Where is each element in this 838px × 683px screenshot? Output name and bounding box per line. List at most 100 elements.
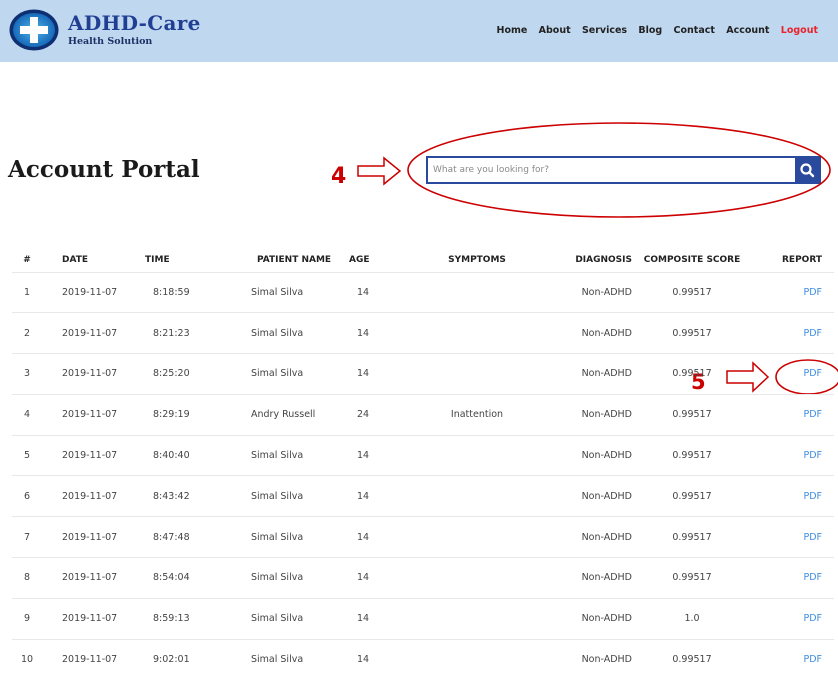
table-header-row: # DATE TIME PATIENT NAME AGE SYMPTOMS DI… [12, 248, 834, 272]
diagnosis-cell: Non-ADHD [542, 353, 632, 395]
row-number: 8 [12, 557, 42, 599]
report-pdf-link[interactable]: PDF [803, 287, 822, 298]
search-bar [426, 156, 821, 184]
table-row: 5 2019-11-07 8:40:40 Simal Silva 14 Non-ADHD 0… [12, 434, 834, 476]
age-cell: 14 [337, 557, 412, 599]
date-cell: 2019-11-07 [42, 638, 137, 680]
time-cell: 8:59:13 [137, 597, 237, 640]
diagnosis-cell: Non-ADHD [542, 434, 632, 476]
diagnosis-cell: Non-ADHD [542, 393, 632, 436]
report-pdf-link[interactable]: PDF [803, 450, 822, 461]
diagnosis-cell: Non-ADHD [542, 312, 632, 354]
symptoms-cell [412, 434, 542, 476]
symptoms-cell [412, 475, 542, 517]
patient-name-cell: Andry Russell [237, 393, 337, 436]
patient-name-cell: Simal Silva [237, 638, 337, 680]
annotation-arrow-4 [357, 156, 402, 186]
row-number: 3 [12, 353, 42, 395]
col-header-date: DATE [62, 254, 89, 265]
brand-title[interactable]: ADHD-Care [68, 11, 201, 35]
time-cell: 8:47:48 [137, 516, 237, 558]
report-pdf-link[interactable]: PDF [803, 368, 822, 379]
row-number: 7 [12, 516, 42, 558]
time-cell: 8:43:42 [137, 475, 237, 517]
row-number: 10 [12, 638, 42, 680]
report-cell: PDF [752, 516, 834, 558]
age-cell: 14 [337, 353, 412, 395]
date-cell: 2019-11-07 [42, 312, 137, 354]
time-cell: 8:29:19 [137, 393, 237, 436]
table-row: 1 2019-11-07 8:18:59 Simal Silva 14 Non-ADHD 0… [12, 271, 834, 313]
nav-home-link[interactable]: Home [497, 25, 528, 36]
report-cell: PDF [752, 638, 834, 680]
table-row: 9 2019-11-07 8:59:13 Simal Silva 14 Non-ADHD 1… [12, 597, 834, 640]
date-cell: 2019-11-07 [42, 393, 137, 436]
nav-account-link[interactable]: Account [726, 25, 769, 36]
row-number: 4 [12, 393, 42, 436]
patient-name-cell: Simal Silva [237, 312, 337, 354]
age-cell: 14 [337, 516, 412, 558]
page-title: Account Portal [8, 156, 200, 183]
composite-score-cell: 1.0 [632, 597, 752, 640]
col-header-symptoms: SYMPTOMS [448, 254, 506, 265]
age-cell: 14 [337, 597, 412, 640]
symptoms-cell: Inattention [412, 393, 542, 436]
date-cell: 2019-11-07 [42, 271, 137, 313]
composite-score-cell: 0.99517 [632, 516, 752, 558]
age-cell: 14 [337, 434, 412, 476]
report-pdf-link[interactable]: PDF [803, 409, 822, 420]
report-pdf-link[interactable]: PDF [803, 532, 822, 543]
row-number: 9 [12, 597, 42, 640]
time-cell: 8:40:40 [137, 434, 237, 476]
table-row: 8 2019-11-07 8:54:04 Simal Silva 14 Non-ADHD 0… [12, 557, 834, 599]
table-row: 2 2019-11-07 8:21:23 Simal Silva 14 Non-ADHD 0… [12, 312, 834, 354]
report-cell: PDF [752, 393, 834, 436]
nav-contact-link[interactable]: Contact [674, 25, 715, 36]
report-cell: PDF [752, 271, 834, 313]
search-input[interactable] [428, 158, 796, 182]
nav-blog-link[interactable]: Blog [638, 25, 662, 36]
report-pdf-link[interactable]: PDF [803, 491, 822, 502]
col-header-age: AGE [349, 254, 370, 265]
date-cell: 2019-11-07 [42, 434, 137, 476]
report-cell: PDF [752, 557, 834, 599]
search-button[interactable] [795, 158, 819, 182]
report-pdf-link[interactable]: PDF [803, 654, 822, 665]
patient-name-cell: Simal Silva [237, 557, 337, 599]
nav-services-link[interactable]: Services [582, 25, 627, 36]
patient-name-cell: Simal Silva [237, 516, 337, 558]
symptoms-cell [412, 353, 542, 395]
annotation-label-4: 4 [331, 164, 346, 189]
age-cell: 14 [337, 475, 412, 517]
time-cell: 8:54:04 [137, 557, 237, 599]
row-number: 6 [12, 475, 42, 517]
symptoms-cell [412, 516, 542, 558]
report-pdf-link[interactable]: PDF [803, 328, 822, 339]
col-header-composite-score: COMPOSITE SCORE [643, 254, 741, 265]
report-pdf-link[interactable]: PDF [803, 572, 822, 583]
navbar: ADHD-Care Health Solution Home About Ser… [0, 0, 838, 62]
time-cell: 8:25:20 [137, 353, 237, 395]
report-pdf-link[interactable]: PDF [803, 613, 822, 624]
composite-score-cell: 0.99517 [632, 271, 752, 313]
symptoms-cell [412, 271, 542, 313]
date-cell: 2019-11-07 [42, 516, 137, 558]
date-cell: 2019-11-07 [42, 557, 137, 599]
medical-cross-logo-icon[interactable] [8, 8, 60, 52]
report-cell: PDF [752, 312, 834, 354]
diagnosis-cell: Non-ADHD [542, 475, 632, 517]
main-nav: Home About Services Blog Contact Account… [489, 25, 819, 36]
patient-records-table: # DATE TIME PATIENT NAME AGE SYMPTOMS DI… [12, 248, 834, 680]
diagnosis-cell: Non-ADHD [542, 557, 632, 599]
diagnosis-cell: Non-ADHD [542, 638, 632, 680]
composite-score-cell: 0.99517 [632, 638, 752, 680]
time-cell: 8:18:59 [137, 271, 237, 313]
time-cell: 9:02:01 [137, 638, 237, 680]
diagnosis-cell: Non-ADHD [542, 597, 632, 640]
nav-about-link[interactable]: About [539, 25, 571, 36]
age-cell: 14 [337, 312, 412, 354]
nav-logout-link[interactable]: Logout [781, 25, 818, 36]
patient-name-cell: Simal Silva [237, 271, 337, 313]
report-cell: PDF [752, 353, 834, 395]
col-header-number: # [23, 254, 31, 265]
